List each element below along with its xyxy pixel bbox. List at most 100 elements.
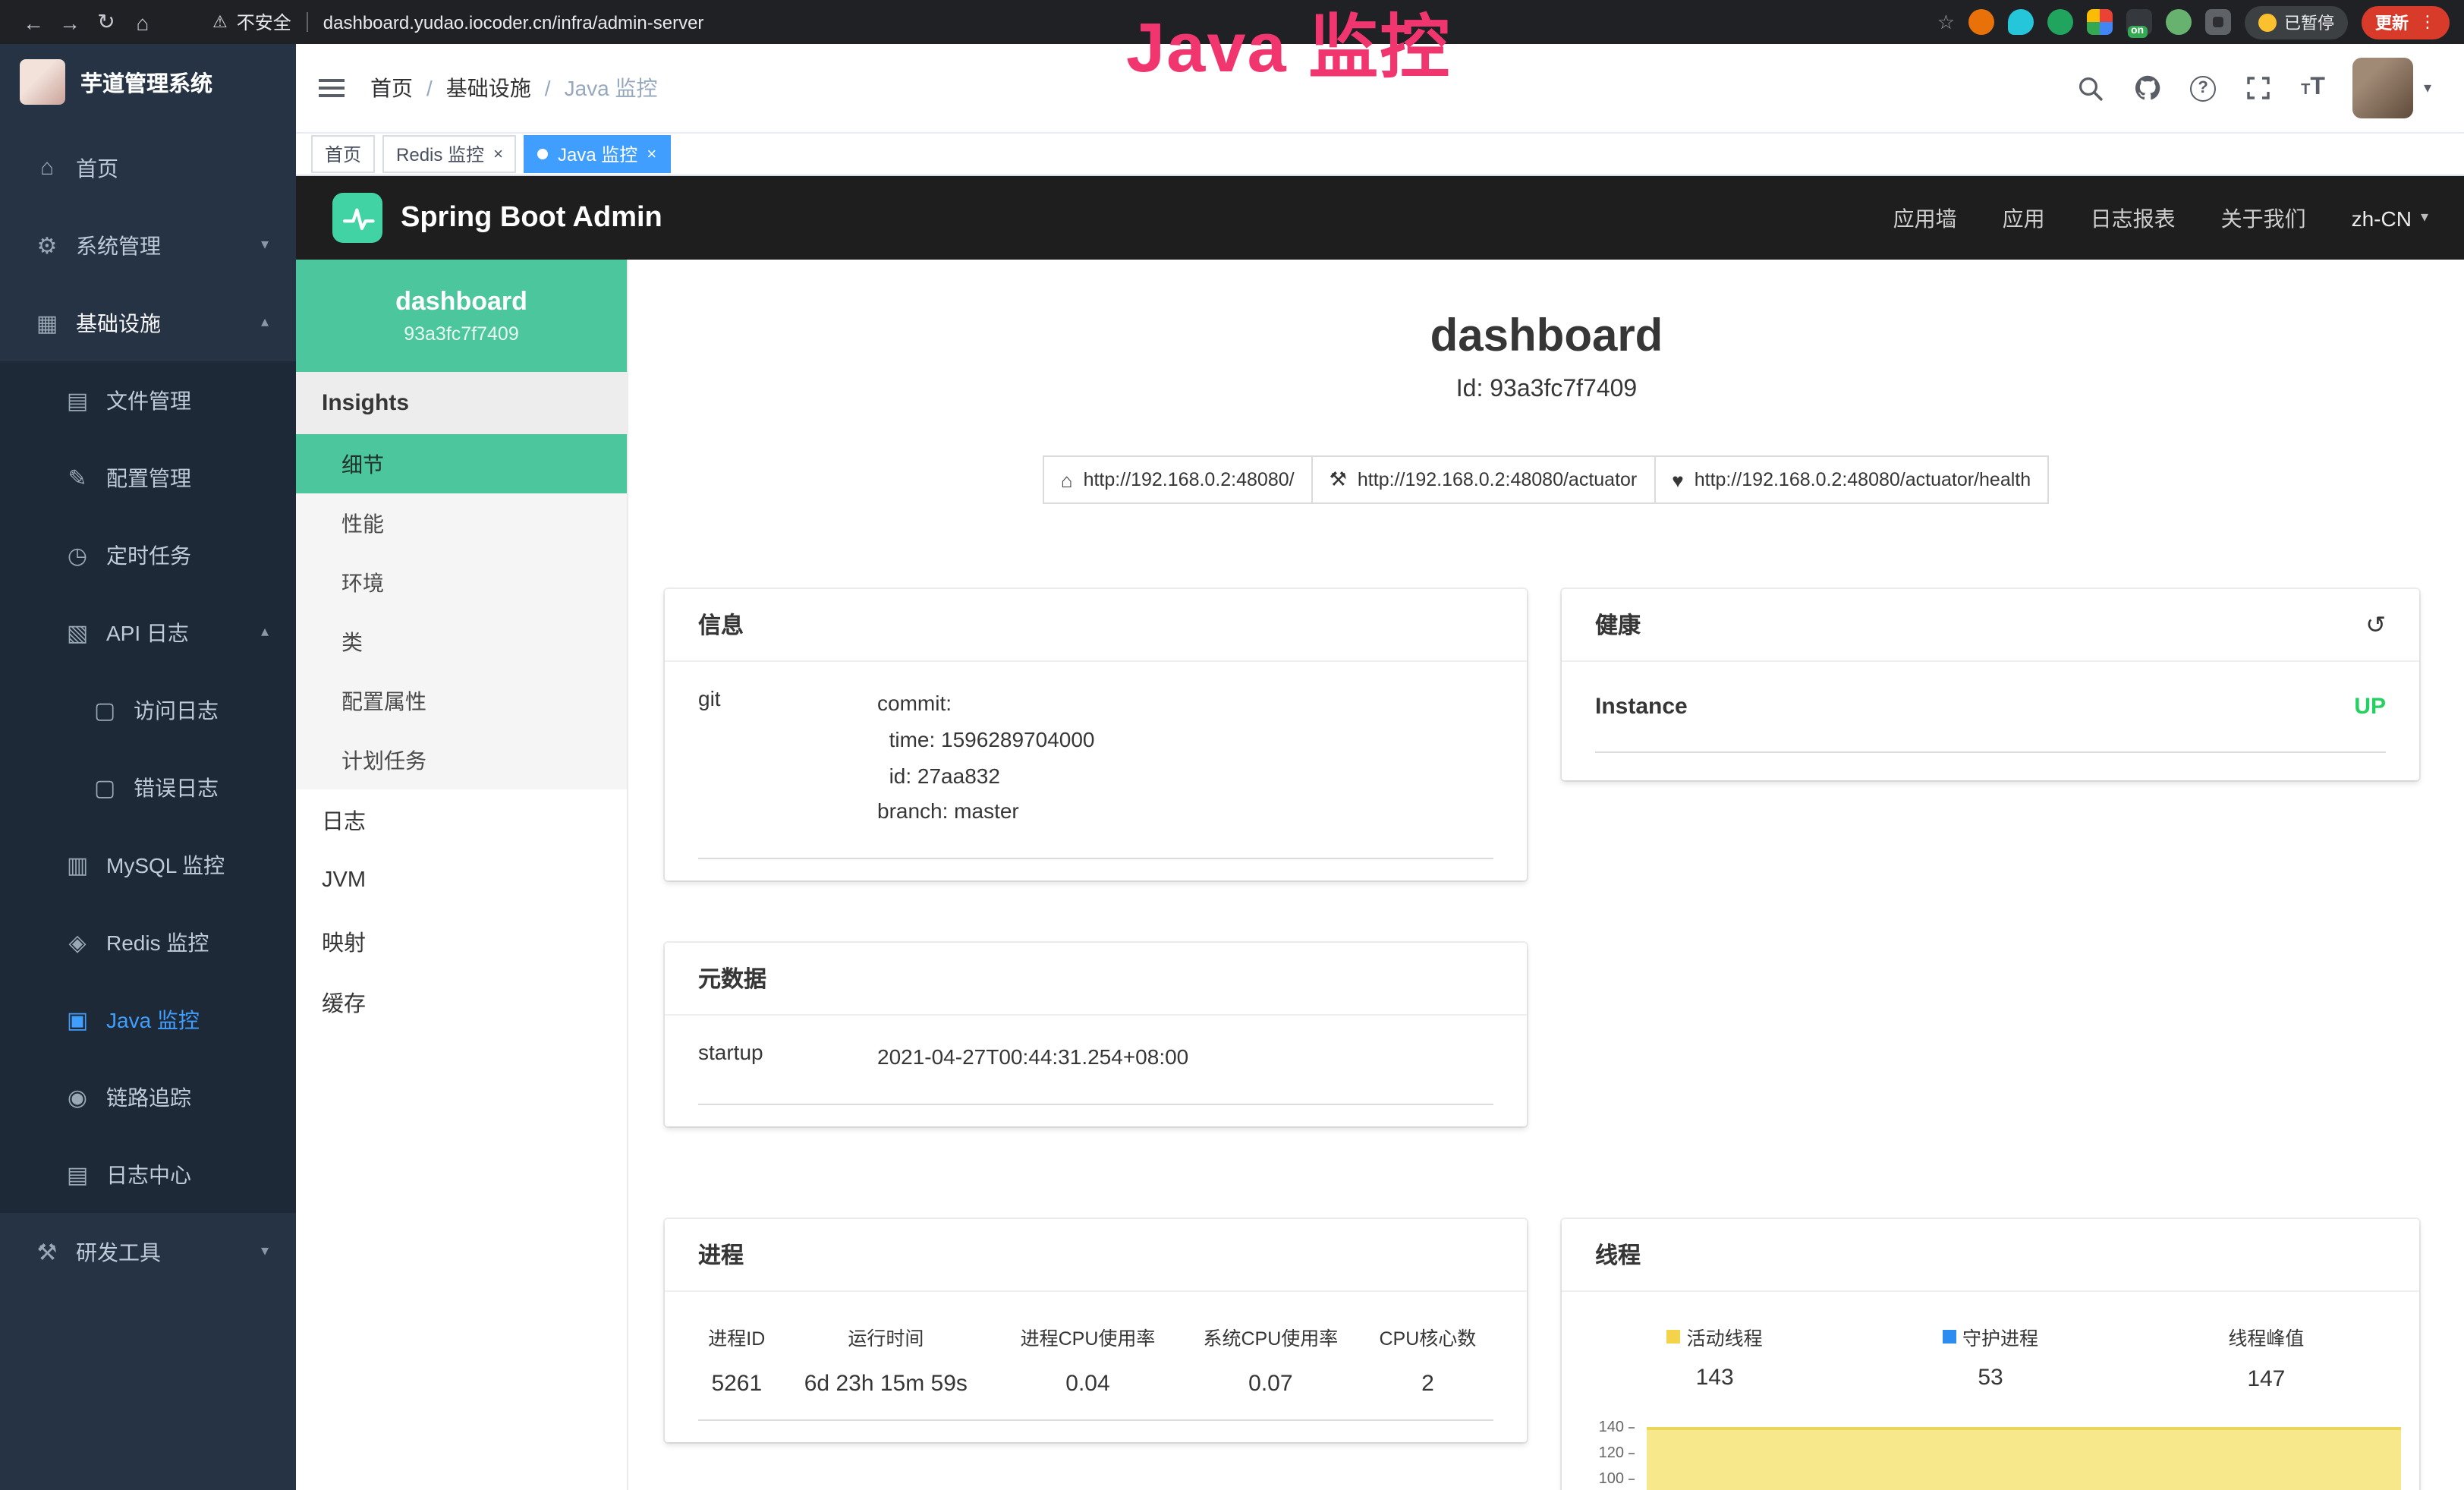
sidebar-item-api-logs[interactable]: ▧ API 日志 ▴ bbox=[0, 594, 296, 671]
yellow-swatch-icon bbox=[1667, 1330, 1681, 1344]
sidebar-item-log-center[interactable]: ▤ 日志中心 bbox=[0, 1136, 296, 1213]
address-divider bbox=[307, 12, 308, 32]
col-process-cpu: 进程CPU使用率 bbox=[996, 1304, 1179, 1357]
sba-sidebar-item-classes[interactable]: 类 bbox=[296, 612, 627, 671]
sba-sidebar-section-jvm[interactable]: JVM bbox=[296, 850, 627, 911]
sba-sidebar: dashboard 93a3fc7f7409 Insights 细节 性能 环境… bbox=[296, 260, 628, 1490]
emoji-face-icon bbox=[2258, 13, 2277, 31]
threads-legend: 活动线程 143 守护进程 53 线程峰值 147 bbox=[1577, 1322, 2404, 1392]
breadcrumb-home[interactable]: 首页 bbox=[370, 73, 413, 103]
sba-sidebar-item-environment[interactable]: 环境 bbox=[296, 553, 627, 612]
chevron-up-icon: ▴ bbox=[261, 624, 269, 641]
back-icon[interactable]: ← bbox=[15, 10, 52, 34]
kebab-menu-icon[interactable]: ⋮ bbox=[2419, 12, 2436, 32]
extension-icon-6[interactable] bbox=[2166, 9, 2192, 35]
github-icon[interactable] bbox=[2132, 73, 2163, 103]
sba-nav-wallboard[interactable]: 应用墙 bbox=[1893, 203, 1957, 233]
sba-sidebar-item-config-props[interactable]: 配置属性 bbox=[296, 671, 627, 730]
blue-swatch-icon bbox=[1943, 1330, 1956, 1344]
chevron-down-icon: ▾ bbox=[261, 237, 269, 254]
sba-nav-applications[interactable]: 应用 bbox=[2003, 203, 2045, 233]
threads-card-title: 线程 bbox=[1562, 1219, 2419, 1292]
extension-icon-4[interactable] bbox=[2087, 9, 2113, 35]
security-label[interactable]: 不安全 bbox=[237, 9, 291, 35]
close-icon[interactable]: × bbox=[493, 145, 503, 163]
sidebar-item-config-management[interactable]: ✎ 配置管理 bbox=[0, 439, 296, 516]
sba-sidebar-insights-header[interactable]: Insights bbox=[296, 372, 627, 434]
database-icon: ▥ bbox=[59, 851, 96, 878]
legend-peak-threads: 线程峰值 147 bbox=[2129, 1322, 2404, 1392]
tab-redis-monitor[interactable]: Redis 监控 × bbox=[382, 135, 517, 173]
search-icon[interactable] bbox=[2075, 73, 2105, 103]
sba-brand-title[interactable]: Spring Boot Admin bbox=[401, 201, 662, 235]
tab-java-monitor[interactable]: Java 监控 × bbox=[524, 135, 670, 173]
fullscreen-icon[interactable] bbox=[2243, 73, 2274, 103]
active-dot bbox=[538, 149, 549, 159]
on-badge: on bbox=[2128, 26, 2147, 38]
trace-icon: ◉ bbox=[59, 1083, 96, 1110]
sba-sidebar-section-caches[interactable]: 缓存 bbox=[296, 972, 627, 1032]
sidebar-item-access-logs[interactable]: ▢ 访问日志 bbox=[0, 671, 296, 748]
file-icon: ▤ bbox=[59, 386, 96, 414]
extensions-puzzle-icon[interactable] bbox=[2205, 9, 2231, 35]
sidebar-item-java-monitor[interactable]: ▣ Java 监控 bbox=[0, 981, 296, 1058]
address-bar[interactable]: ⚠ 不安全 dashboard.yudao.iocoder.cn/infra/a… bbox=[212, 9, 703, 35]
history-icon[interactable]: ↺ bbox=[2365, 610, 2386, 640]
sidebar-item-file-management[interactable]: ▤ 文件管理 bbox=[0, 361, 296, 439]
legend-active-threads: 活动线程 143 bbox=[1577, 1322, 1852, 1392]
user-avatar[interactable] bbox=[2352, 58, 2413, 118]
metadata-value: 2021-04-27T00:44:31.254+08:00 bbox=[877, 1040, 1188, 1076]
service-url-link[interactable]: ⌂ http://192.168.0.2:48080/ bbox=[1043, 455, 1313, 504]
bookmark-star-icon[interactable]: ☆ bbox=[1937, 10, 1955, 34]
reload-icon[interactable]: ↻ bbox=[88, 9, 124, 35]
sba-sidebar-item-scheduled-tasks[interactable]: 计划任务 bbox=[296, 730, 627, 789]
sidebar-item-infrastructure[interactable]: ▦ 基础设施 ▴ bbox=[0, 284, 296, 361]
sidebar-item-error-logs[interactable]: ▢ 错误日志 bbox=[0, 748, 296, 826]
sidebar-item-scheduled-tasks[interactable]: ◷ 定时任务 bbox=[0, 516, 296, 594]
extension-icon-3[interactable] bbox=[2047, 9, 2073, 35]
close-icon[interactable]: × bbox=[647, 145, 656, 163]
sba-instance-header[interactable]: dashboard 93a3fc7f7409 bbox=[296, 260, 627, 372]
extension-icon-5[interactable]: on bbox=[2126, 9, 2152, 35]
info-value: commit: time: 1596289704000 id: 27aa832 … bbox=[877, 686, 1094, 830]
app-logo[interactable]: 芋道管理系统 bbox=[0, 44, 296, 120]
col-pid: 进程ID bbox=[698, 1304, 776, 1357]
sidebar-item-system-management[interactable]: ⚙ 系统管理 ▾ bbox=[0, 206, 296, 284]
sidebar-item-link-tracing[interactable]: ◉ 链路追踪 bbox=[0, 1058, 296, 1136]
sidebar-item-home[interactable]: ⌂ 首页 bbox=[0, 129, 296, 206]
extension-icon-1[interactable] bbox=[1968, 9, 1994, 35]
extension-icon-2[interactable] bbox=[2008, 9, 2034, 35]
actuator-url-link[interactable]: ⚒ http://192.168.0.2:48080/actuator bbox=[1311, 455, 1656, 504]
sidebar-item-dev-tools[interactable]: ⚒ 研发工具 ▾ bbox=[0, 1213, 296, 1290]
instance-id: 93a3fc7f7409 bbox=[404, 323, 519, 345]
font-size-icon[interactable]: TT bbox=[2301, 74, 2325, 102]
tab-home[interactable]: 首页 bbox=[311, 135, 375, 173]
breadcrumb-infrastructure[interactable]: 基础设施 bbox=[446, 73, 531, 103]
sba-logo-icon[interactable] bbox=[332, 193, 382, 243]
sba-sidebar-item-details[interactable]: 细节 bbox=[296, 434, 627, 493]
url-text[interactable]: dashboard.yudao.iocoder.cn/infra/admin-s… bbox=[323, 11, 704, 33]
hamburger-icon[interactable] bbox=[319, 74, 345, 102]
wrench-icon: ⚒ bbox=[1330, 468, 1347, 492]
forward-icon[interactable]: → bbox=[52, 10, 88, 34]
tab-label: 首页 bbox=[325, 141, 361, 167]
health-instance-row[interactable]: Instance UP bbox=[1595, 662, 2386, 753]
info-card-title: 信息 bbox=[665, 589, 1527, 662]
sidebar-item-label: 研发工具 bbox=[76, 1236, 161, 1267]
health-url-link[interactable]: ♥ http://192.168.0.2:48080/actuator/heal… bbox=[1654, 455, 2049, 504]
sba-nav-journal[interactable]: 日志报表 bbox=[2091, 203, 2176, 233]
sba-sidebar-item-metrics[interactable]: 性能 bbox=[296, 493, 627, 553]
language-selector[interactable]: zh-CN ▾ bbox=[2352, 206, 2428, 230]
annotation-java-monitor: Java 监控 bbox=[1126, 3, 1451, 91]
sidebar-item-mysql-monitor[interactable]: ▥ MySQL 监控 bbox=[0, 826, 296, 903]
paused-badge[interactable]: 已暂停 bbox=[2245, 5, 2348, 39]
home-icon[interactable]: ⌂ bbox=[124, 10, 161, 34]
sba-sidebar-section-logging[interactable]: 日志 bbox=[296, 789, 627, 850]
sidebar-item-redis-monitor[interactable]: ◈ Redis 监控 bbox=[0, 903, 296, 981]
java-monitor-icon: ▣ bbox=[59, 1006, 96, 1033]
sba-nav-about[interactable]: 关于我们 bbox=[2221, 203, 2306, 233]
sba-sidebar-section-mappings[interactable]: 映射 bbox=[296, 911, 627, 972]
user-menu[interactable]: ▾ bbox=[2352, 58, 2431, 118]
help-icon[interactable]: ? bbox=[2190, 75, 2216, 101]
update-button[interactable]: 更新 ⋮ bbox=[2362, 5, 2450, 39]
